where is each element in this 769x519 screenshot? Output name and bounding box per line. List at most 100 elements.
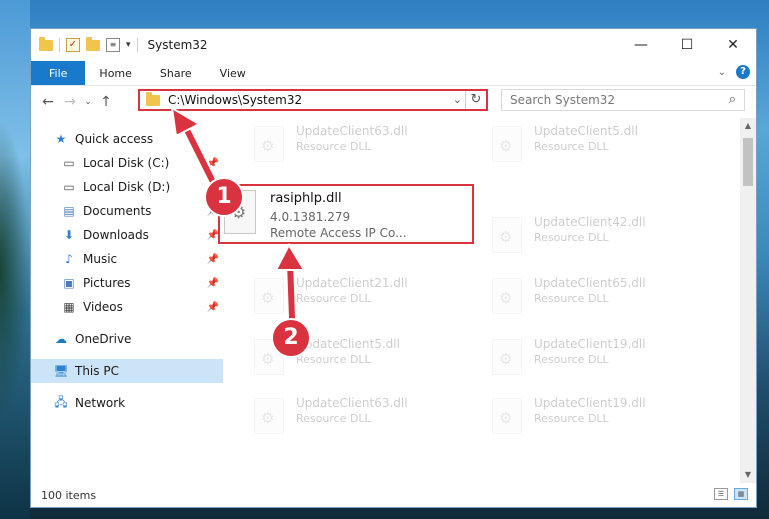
dll-file-icon — [492, 398, 522, 434]
tab-view[interactable]: View — [206, 61, 260, 85]
drive-icon: ▭ — [63, 156, 75, 170]
tab-home[interactable]: Home — [85, 61, 145, 85]
navigation-pane: ★ Quick access ▭ Local Disk (C:) 📌 ▭ Loc… — [31, 122, 223, 482]
properties-icon[interactable]: ≡ — [106, 38, 120, 52]
file-name: UpdateClient19.dll — [534, 396, 646, 410]
ribbon-right-controls: ⌄ ? — [718, 65, 750, 79]
folder-icon[interactable] — [39, 36, 53, 51]
scroll-thumb[interactable] — [743, 138, 753, 186]
list-item[interactable]: UpdateClient19.dll Resource DLL — [462, 333, 692, 381]
file-name: UpdateClient5.dll — [534, 124, 638, 138]
maximize-button[interactable]: ☐ — [664, 29, 710, 61]
tab-share[interactable]: Share — [146, 61, 206, 85]
sidebar-item-label: Pictures — [83, 276, 131, 290]
list-item[interactable]: UpdateClient63.dll Resource DLL — [224, 392, 454, 440]
step-badge-1: 1 — [204, 177, 244, 217]
pin-icon[interactable]: 📌 — [207, 278, 219, 289]
file-name: rasiphlp.dll — [270, 191, 342, 206]
address-dropdown-chevron-icon[interactable]: ⌄ — [453, 93, 462, 106]
sidebar-item-label: Documents — [83, 204, 152, 218]
file-name: UpdateClient63.dll — [296, 396, 408, 410]
video-icon: ▦ — [63, 300, 75, 314]
back-arrow-icon[interactable]: ← — [37, 94, 59, 110]
file-description: Resource DLL — [534, 412, 609, 425]
dll-file-icon — [492, 126, 522, 162]
file-description: Resource DLL — [534, 231, 609, 244]
ribbon-tabs: File Home Share View ⌄ ? — [31, 61, 756, 86]
help-icon[interactable]: ? — [736, 65, 750, 79]
up-arrow-icon[interactable]: ↑ — [95, 94, 117, 110]
address-bar[interactable]: C:\Windows\System32 ⌄ ↻ — [138, 89, 488, 111]
sidebar-item-label: Downloads — [83, 228, 149, 242]
cloud-icon: ☁ — [55, 332, 67, 346]
scroll-down-icon[interactable]: ▼ — [740, 467, 756, 483]
sidebar-item-local-disk-c[interactable]: ▭ Local Disk (C:) 📌 — [31, 151, 223, 175]
window-controls: — ☐ ✕ — [618, 29, 756, 61]
dll-file-icon — [492, 278, 522, 314]
status-bar: 100 items ☰ ▦ — [31, 483, 756, 507]
refresh-icon[interactable]: ↻ — [465, 91, 486, 109]
list-item[interactable]: UpdateClient21.dll Resource DLL — [224, 272, 454, 320]
properties-check-icon[interactable]: ✓ — [66, 38, 80, 52]
vertical-scrollbar[interactable]: ▲ ▼ — [740, 118, 756, 483]
close-button[interactable]: ✕ — [710, 29, 756, 61]
sidebar-item-quick-access[interactable]: ★ Quick access — [31, 127, 223, 151]
music-icon: ♪ — [65, 252, 73, 266]
list-item[interactable]: UpdateClient65.dll Resource DLL — [462, 272, 692, 320]
details-view-icon[interactable]: ☰ — [714, 488, 728, 500]
search-box[interactable]: Search System32 ⌕ — [501, 89, 745, 111]
pin-icon[interactable]: 📌 — [207, 158, 219, 169]
pin-icon[interactable]: 📌 — [207, 254, 219, 265]
search-icon[interactable]: ⌕ — [729, 92, 736, 107]
forward-arrow-icon[interactable]: → — [59, 94, 81, 110]
pin-icon[interactable]: 📌 — [207, 302, 219, 313]
expand-ribbon-chevron-icon[interactable]: ⌄ — [718, 67, 726, 78]
dll-file-icon — [254, 398, 284, 434]
drive-icon: ▭ — [63, 180, 75, 194]
file-description: Resource DLL — [296, 412, 371, 425]
scroll-up-icon[interactable]: ▲ — [740, 118, 756, 134]
file-description: Resource DLL — [296, 353, 371, 366]
customize-toolbar-dropdown-icon[interactable]: ▾ — [126, 40, 131, 50]
list-item[interactable]: UpdateClient42.dll Resource DLL — [462, 211, 692, 259]
file-name: UpdateClient63.dll — [296, 124, 408, 138]
file-name: UpdateClient21.dll — [296, 276, 408, 290]
toolbar-separator — [59, 38, 60, 52]
tab-file[interactable]: File — [31, 61, 86, 85]
list-item[interactable]: UpdateClient5.dll Resource DLL — [224, 333, 454, 381]
tiles-view-icon[interactable]: ▦ — [734, 488, 748, 500]
file-description: Remote Access IP Co... — [270, 226, 407, 240]
sidebar-item-network[interactable]: 🖧 Network — [31, 391, 223, 415]
new-folder-icon[interactable] — [86, 36, 100, 51]
highlighted-file-tile[interactable]: rasiphlp.dll 4.0.1381.279 Remote Access … — [218, 184, 474, 244]
picture-icon: ▣ — [63, 276, 75, 290]
file-name: UpdateClient5.dll — [296, 337, 400, 351]
list-item[interactable]: UpdateClient19.dll Resource DLL — [462, 392, 692, 440]
search-input[interactable]: Search System32 — [510, 93, 615, 107]
address-folder-icon — [146, 91, 160, 106]
sidebar-item-this-pc[interactable]: 🖥 This PC — [31, 359, 223, 383]
file-name: UpdateClient19.dll — [534, 337, 646, 351]
recent-locations-chevron-icon[interactable]: ⌄ — [81, 97, 95, 107]
file-list: UpdateClient63.dll Resource DLL UpdateCl… — [224, 118, 740, 483]
file-description: Resource DLL — [534, 292, 609, 305]
sidebar-item-label: Local Disk (D:) — [83, 180, 171, 194]
minimize-button[interactable]: — — [618, 29, 664, 61]
sidebar-item-label: Local Disk (C:) — [83, 156, 170, 170]
computer-icon: 🖥 — [53, 364, 69, 378]
list-item[interactable]: UpdateClient63.dll Resource DLL — [224, 120, 454, 168]
dll-file-icon — [492, 339, 522, 375]
address-path[interactable]: C:\Windows\System32 — [168, 93, 302, 107]
sidebar-item-local-disk-d[interactable]: ▭ Local Disk (D:) 📌 — [31, 175, 223, 199]
sidebar-item-label: Quick access — [75, 132, 154, 146]
dll-file-icon — [254, 278, 284, 314]
sidebar-item-label: Videos — [83, 300, 123, 314]
list-item[interactable]: UpdateClient5.dll Resource DLL — [462, 120, 692, 168]
sidebar-item-onedrive[interactable]: ☁ OneDrive — [31, 327, 223, 351]
file-name: UpdateClient42.dll — [534, 215, 646, 229]
sidebar-item-documents[interactable]: ▤ Documents 📌 — [31, 199, 223, 223]
sidebar-item-pictures[interactable]: ▣ Pictures 📌 — [31, 271, 223, 295]
sidebar-item-music[interactable]: ♪ Music 📌 — [31, 247, 223, 271]
sidebar-item-videos[interactable]: ▦ Videos 📌 — [31, 295, 223, 319]
sidebar-item-downloads[interactable]: ⬇ Downloads 📌 — [31, 223, 223, 247]
